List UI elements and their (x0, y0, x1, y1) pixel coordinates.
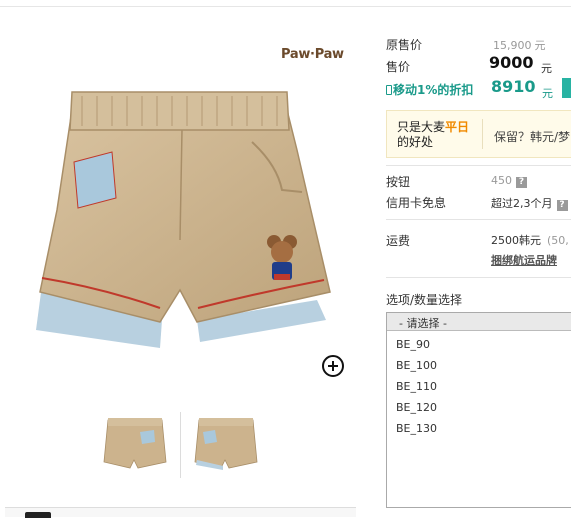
brand-logo: Paw·Paw (281, 47, 344, 62)
original-price-value: 15,900 (493, 39, 532, 52)
shipping-value-row: 2500韩元 (50, (491, 232, 569, 248)
original-price: 15,900 元 (490, 37, 546, 53)
mobile-price: 8910 (491, 77, 536, 96)
original-price-label: 原售价 (386, 38, 423, 52)
shipping-value: 2500韩元 (491, 234, 541, 247)
bottom-tab[interactable] (25, 512, 51, 518)
product-main-image[interactable] (12, 30, 364, 386)
sale-price-label: 售价 (386, 60, 411, 74)
mobile-phone-icon (386, 85, 392, 95)
product-info-panel: 原售价 15,900 元 售价 9000 元 移动1%的折扣 8910 元 只是大… (386, 0, 571, 516)
points-value-row: 450? (491, 174, 527, 188)
option-item[interactable]: BE_110 (396, 380, 437, 393)
mobile-price-tab[interactable] (562, 78, 571, 98)
points-label: 按钮 (386, 175, 411, 189)
card-installment-value: 超过2,3个月 (491, 197, 553, 210)
card-installment-row: 超过2,3个月? (491, 195, 568, 211)
daily-deal-text: 只是大麦平日 的好处 (397, 120, 470, 149)
option-item[interactable]: BE_130 (396, 422, 437, 435)
mobile-price-unit: 元 (542, 87, 553, 100)
help-icon[interactable]: ? (516, 177, 527, 188)
daily-deal-divider (482, 119, 483, 149)
option-item[interactable]: BE_120 (396, 401, 437, 414)
daily-deal-box: 只是大麦平日 的好处 保留？韩元/梦 (386, 110, 571, 158)
thumbnail-divider (180, 412, 181, 478)
thumbnail-front[interactable] (100, 410, 170, 475)
card-installment-label: 信用卡免息 (386, 196, 447, 210)
help-icon[interactable]: ? (556, 200, 568, 211)
sale-price-unit: 元 (541, 62, 552, 75)
bundle-shipping-link[interactable]: 捆绑航运品牌 (491, 252, 557, 268)
points-value: 450 (491, 174, 512, 187)
option-placeholder[interactable]: - 请选择 - (387, 313, 571, 331)
divider (386, 277, 571, 278)
reserve-text[interactable]: 保留？韩元/梦 (494, 128, 570, 145)
option-item[interactable]: BE_90 (396, 338, 430, 351)
divider (386, 219, 571, 220)
mobile-discount-label: 移动1%的折扣 (386, 81, 473, 98)
daily-deal-highlight: 平日 (445, 120, 470, 134)
sale-price: 9000 (489, 53, 534, 72)
thumbnail-back[interactable] (191, 410, 261, 475)
divider (386, 165, 571, 166)
option-item[interactable]: BE_100 (396, 359, 437, 372)
option-listbox[interactable]: - 请选择 - BE_90 BE_100 BE_110 BE_120 BE_13… (386, 312, 571, 508)
zoom-in-icon[interactable] (322, 355, 344, 377)
shipping-label: 运费 (386, 234, 411, 248)
original-price-unit: 元 (534, 39, 546, 52)
option-title: 选项/数量选择 (386, 293, 463, 307)
shipping-extra: (50, (547, 234, 569, 247)
